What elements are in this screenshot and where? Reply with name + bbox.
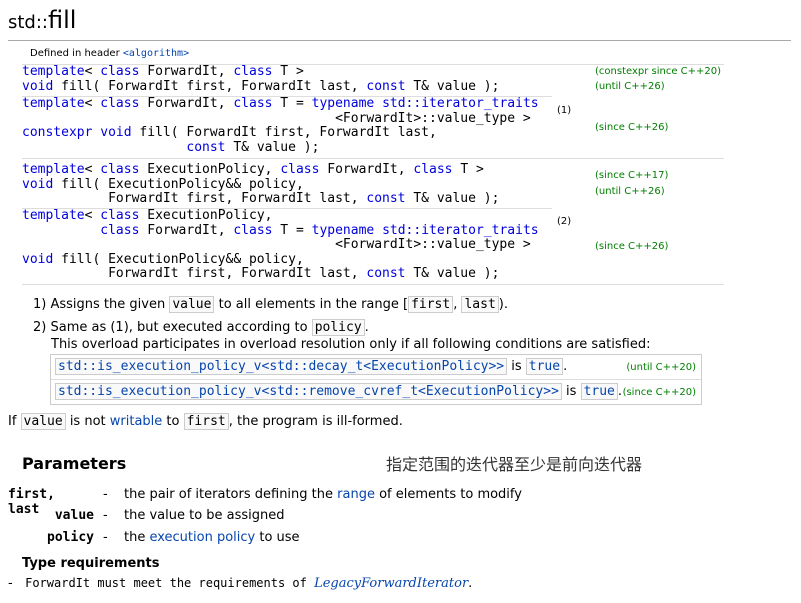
req-dash: - — [8, 576, 13, 591]
decl-2a-since-1: (since C++17) — [595, 170, 669, 181]
conditions-table: std::is_execution_policy_v<std::decay_t<… — [50, 354, 702, 405]
code-value: value — [20, 413, 66, 430]
decl-divider — [22, 284, 724, 285]
decl-1a-since-2: (until C++26) — [595, 81, 665, 92]
declaration-1b: template< class ForwardIt, class T = typ… — [22, 96, 539, 155]
desc-1-pre: 1) Assigns the given — [33, 297, 170, 312]
param-desc: the pair of iterators defining the range… — [124, 487, 522, 502]
param-desc-pre: the — [124, 530, 150, 545]
title-namespace: std:: — [8, 12, 48, 33]
range-link[interactable]: range — [337, 487, 375, 502]
param-desc: the value to be assigned — [124, 508, 285, 523]
condition-2-label: (since C++20) — [622, 387, 696, 398]
code-value: value — [169, 296, 215, 313]
decl-1a-since-1: (constexpr since C++20) — [595, 66, 722, 77]
condition-1-dot: . — [563, 359, 568, 374]
decl-2b-since: (since C++26) — [595, 241, 669, 252]
condition-1-code[interactable]: std::is_execution_policy_v<std::decay_t<… — [55, 358, 508, 375]
declaration-1a: template< class ForwardIt, class T > voi… — [22, 64, 500, 94]
annotation-note: 指定范围的迭代器至少是前向迭代器 — [386, 455, 643, 474]
header-link[interactable]: <algorithm> — [123, 48, 189, 59]
condition-2-code[interactable]: std::is_execution_policy_v<std::remove_c… — [55, 383, 562, 400]
ill-mid2: to — [162, 414, 184, 429]
decl-1b-since: (since C++26) — [595, 122, 669, 133]
desc-1-post: ). — [498, 297, 509, 312]
ill-mid1: is not — [65, 414, 110, 429]
param-name: policy — [47, 530, 94, 545]
decl-number-1: (1) — [557, 105, 572, 116]
param-dash: - — [103, 508, 108, 523]
param-desc-post: of elements to modify — [374, 487, 522, 502]
param-desc-pre: the pair of iterators defining the — [124, 487, 338, 502]
code-first: first — [183, 413, 229, 430]
overload-note: This overload participates in overload r… — [51, 337, 651, 352]
desc-2-pre: 2) Same as (1), but executed according t… — [33, 320, 312, 335]
condition-2-dot: . — [617, 384, 623, 399]
decl-2a-since-2: (until C++26) — [595, 186, 665, 197]
req-pre: ForwardIt must meet the requirements of — [25, 576, 315, 590]
declaration-2b: template< class ExecutionPolicy, class F… — [22, 208, 539, 281]
execution-policy-link[interactable]: execution policy — [149, 530, 255, 545]
desc-2-post: . — [364, 320, 369, 335]
code-last: last — [461, 296, 499, 313]
param-name: value — [54, 508, 94, 523]
decl-divider — [22, 158, 724, 159]
condition-expr: std::is_execution_policy_v<std::remove_c… — [55, 383, 623, 400]
description: 1) Assigns the given value to all elemen… — [33, 293, 508, 339]
condition-row: std::is_execution_policy_v<std::remove_c… — [51, 380, 701, 404]
ill-pre: If — [8, 414, 21, 429]
legacy-forward-iterator-link[interactable]: LegacyForwardIterator — [314, 576, 468, 591]
code-first: first — [408, 296, 454, 313]
defined-in-label: Defined in header — [30, 48, 123, 59]
req-post: . — [468, 576, 473, 591]
decl-number-2: (2) — [557, 216, 572, 227]
condition-1-is: is — [507, 359, 526, 374]
desc-item-2: 2) Same as (1), but executed according t… — [33, 316, 508, 339]
param-desc: the execution policy to use — [124, 530, 300, 545]
condition-1-label: (until C++20) — [626, 362, 696, 373]
page-title: std::fill — [8, 6, 76, 34]
condition-1-true[interactable]: true — [525, 358, 564, 375]
ill-formed-note: If value is not writable to first, the p… — [8, 413, 403, 430]
param-dash: - — [103, 530, 108, 545]
param-dash: - — [103, 487, 108, 502]
ill-post: , the program is ill-formed. — [228, 414, 403, 429]
desc-item-1: 1) Assigns the given value to all elemen… — [33, 293, 508, 316]
declaration-2a: template< class ExecutionPolicy, class F… — [22, 162, 500, 206]
writable-link[interactable]: writable — [110, 414, 163, 429]
condition-row: std::is_execution_policy_v<std::decay_t<… — [51, 355, 701, 380]
condition-expr: std::is_execution_policy_v<std::decay_t<… — [55, 358, 568, 375]
condition-2-is: is — [561, 384, 581, 399]
desc-1-mid: to all elements in the range [ — [214, 297, 409, 312]
title-name: fill — [48, 6, 77, 34]
defined-in-header: Defined in header <algorithm> — [30, 48, 189, 59]
parameters-heading: Parameters — [22, 454, 127, 473]
title-divider — [8, 40, 791, 41]
type-requirements-heading: Type requirements — [22, 556, 160, 571]
condition-2-true[interactable]: true — [580, 383, 618, 400]
type-requirement: - ForwardIt must meet the requirements o… — [8, 576, 472, 591]
declaration-block: template< class ForwardIt, class T > voi… — [8, 64, 724, 285]
param-desc-post: to use — [255, 530, 300, 545]
param-desc-pre: the value to be assigned — [124, 508, 285, 523]
code-policy: policy — [311, 319, 365, 336]
